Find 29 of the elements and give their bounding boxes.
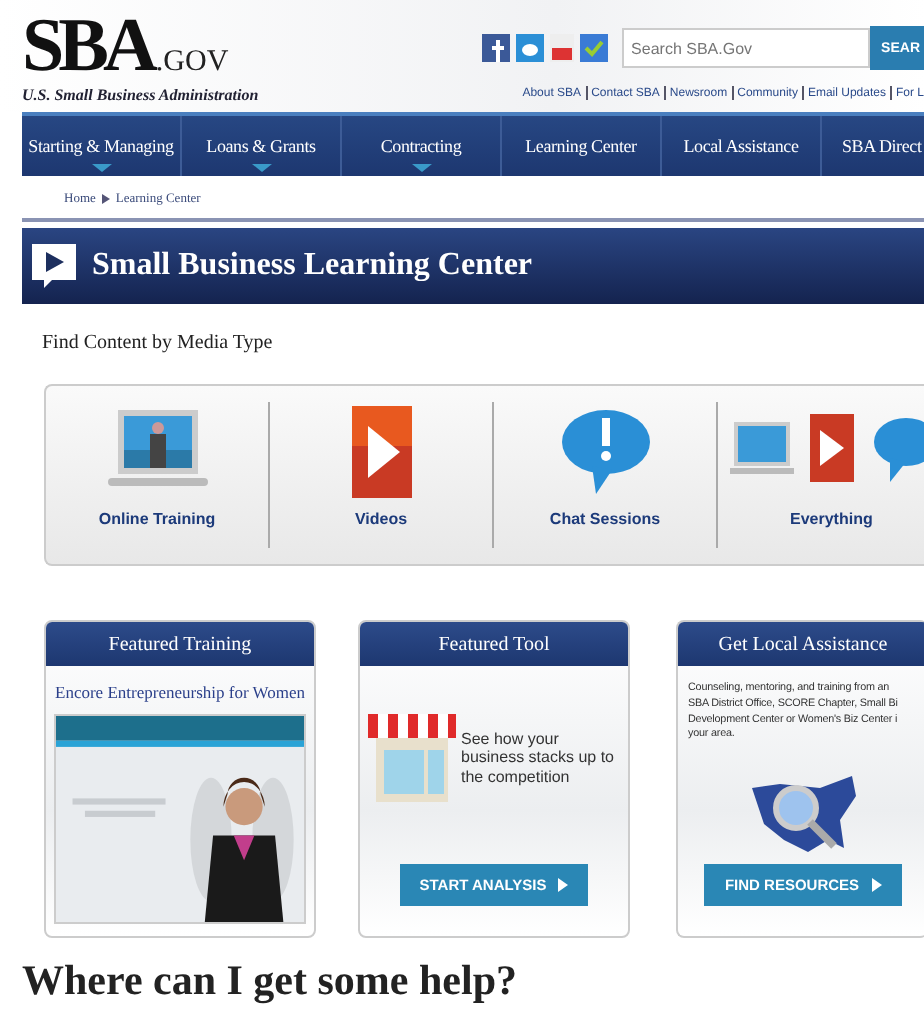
tagline: U.S. Small Business Administration bbox=[22, 86, 259, 104]
chevron-icon bbox=[101, 194, 110, 204]
nav-item[interactable]: Local Assistance bbox=[662, 116, 822, 176]
media-type-link[interactable]: Chat Sessions bbox=[494, 402, 718, 548]
speech-bubble-icon bbox=[559, 406, 651, 498]
logo-suffix: .GOV bbox=[155, 48, 229, 82]
tool-description: See how your business stacks up to the competition bbox=[461, 729, 616, 787]
section-heading: Find Content by Media Type bbox=[42, 332, 273, 354]
search-field[interactable]: Search SBA.Gov bbox=[621, 28, 870, 68]
page-title: Small Business Learning Center bbox=[92, 248, 533, 284]
caret-icon bbox=[871, 878, 882, 892]
media-type-link[interactable]: Everything bbox=[718, 402, 924, 548]
media-type-link[interactable]: Online Training bbox=[46, 402, 270, 548]
play-icon bbox=[351, 406, 411, 498]
training-link[interactable]: Encore Entrepreneurship for Women bbox=[55, 682, 305, 702]
nav-item[interactable]: Starting & Managing bbox=[22, 116, 182, 176]
caret-icon bbox=[558, 878, 569, 892]
card-header: Featured Training bbox=[46, 622, 314, 666]
nav-item[interactable]: Learning Center bbox=[502, 116, 662, 176]
section-heading: Where can I get some help? bbox=[22, 958, 517, 1005]
nav-item[interactable]: SBA Direct bbox=[822, 116, 924, 176]
checkmark-icon[interactable] bbox=[579, 34, 608, 62]
card-header: Featured Tool bbox=[360, 622, 628, 666]
nav-item[interactable]: Contracting bbox=[342, 116, 502, 176]
sba-logo[interactable]: SBA bbox=[22, 8, 152, 84]
nav-item[interactable]: Loans & Grants bbox=[182, 116, 342, 176]
media-type-link[interactable]: Videos bbox=[270, 402, 494, 548]
card-header: Get Local Assistance bbox=[678, 622, 924, 666]
play-icon bbox=[32, 244, 76, 288]
